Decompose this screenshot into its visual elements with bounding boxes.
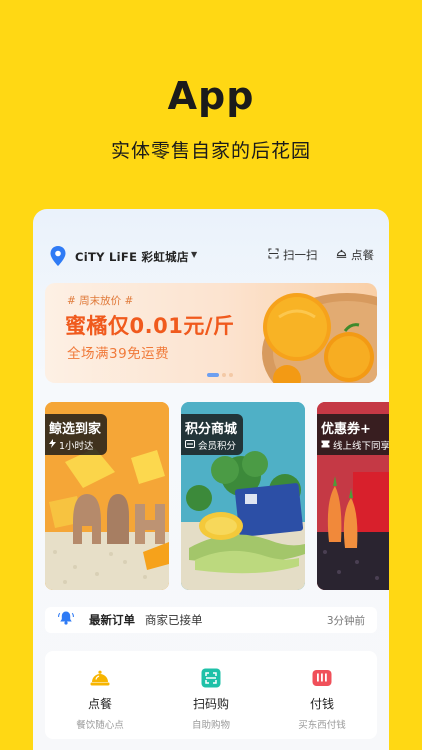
hero-title: App bbox=[167, 74, 255, 118]
scan-button[interactable]: 扫一扫 bbox=[268, 247, 318, 263]
card-title: 积分商城 bbox=[185, 422, 238, 437]
scan-frame-icon bbox=[268, 248, 279, 262]
app-header: CiTY LiFE 彩虹城店 ▼ 扫一扫 点餐 bbox=[33, 245, 389, 269]
quick-actions: 点餐 餐饮随心点 扫码购 自助购物 付钱 买东西付钱 bbox=[45, 651, 377, 739]
action-scan-buy[interactable]: 扫码购 自助购物 bbox=[156, 667, 266, 731]
action-sub: 餐饮随心点 bbox=[76, 720, 124, 731]
carousel-dot-active[interactable] bbox=[207, 373, 219, 377]
promo-banner[interactable]: # 周末放价 # 蜜橘仅0.01元/斤 全场满39免运费 bbox=[45, 283, 377, 383]
card-label: 鲸选到家 1小时达 bbox=[45, 414, 108, 455]
card-title: 优惠券+ bbox=[321, 422, 371, 437]
notice-label: 最新订单 bbox=[89, 613, 135, 627]
card-subtitle-text: 线上线下同享 bbox=[333, 441, 389, 452]
lightning-icon bbox=[49, 439, 56, 451]
card-subtitle-text: 会员积分 bbox=[198, 441, 237, 452]
app-screen: CiTY LiFE 彩虹城店 ▼ 扫一扫 点餐 # 周末放价 # 蜜橘仅0.01… bbox=[33, 209, 389, 750]
scan-label: 扫一扫 bbox=[283, 248, 318, 262]
card-subtitle: 1小时达 bbox=[49, 438, 101, 452]
notice-time: 3分钟前 bbox=[326, 614, 365, 627]
action-sub: 买东西付钱 bbox=[298, 720, 346, 731]
notice-message: 商家已接单 bbox=[145, 613, 203, 627]
pay-icon bbox=[267, 667, 377, 689]
action-label: 点餐 bbox=[87, 697, 112, 711]
oranges-image bbox=[262, 293, 377, 383]
hero-subtitle: 实体零售自家的后花园 bbox=[110, 140, 311, 162]
card-subtitle: 会员积分 bbox=[185, 438, 237, 452]
banner-subtitle: 全场满39免运费 bbox=[67, 346, 170, 362]
store-selector[interactable]: CiTY LiFE 彩虹城店 bbox=[75, 249, 189, 265]
dish-cover-icon bbox=[336, 248, 347, 262]
card-points-mall[interactable]: 积分商城 会员积分 bbox=[181, 402, 305, 590]
card-title: 鲸选到家 bbox=[49, 422, 102, 437]
action-label: 扫码购 bbox=[192, 697, 229, 711]
banner-title: 蜜橘仅0.01元/斤 bbox=[65, 314, 235, 338]
points-icon bbox=[185, 439, 195, 451]
action-dining[interactable]: 点餐 餐饮随心点 bbox=[45, 667, 155, 731]
order-button[interactable]: 点餐 bbox=[336, 247, 374, 263]
card-coupons[interactable]: 优惠券+ 线上线下同享 bbox=[317, 402, 389, 590]
carousel-dot[interactable] bbox=[229, 373, 233, 377]
action-label: 付钱 bbox=[309, 697, 334, 711]
bell-icon bbox=[57, 610, 75, 630]
card-delivery[interactable]: 鲸选到家 1小时达 bbox=[45, 402, 169, 590]
ticket-icon bbox=[321, 440, 330, 451]
chevron-down-icon[interactable]: ▼ bbox=[191, 250, 197, 259]
action-pay[interactable]: 付钱 买东西付钱 bbox=[267, 667, 377, 731]
action-sub: 自助购物 bbox=[191, 720, 230, 731]
scan-icon bbox=[156, 667, 266, 689]
latest-order-notice[interactable]: 最新订单 商家已接单 3分钟前 bbox=[45, 607, 377, 633]
card-label: 优惠券+ 线上线下同享 bbox=[317, 414, 389, 455]
card-subtitle-text: 1小时达 bbox=[59, 441, 94, 452]
card-subtitle: 线上线下同享 bbox=[321, 438, 389, 452]
location-pin-icon[interactable] bbox=[49, 245, 67, 271]
carousel-indicator bbox=[207, 373, 233, 377]
dining-bell-icon bbox=[45, 667, 155, 689]
carousel-dot[interactable] bbox=[222, 373, 226, 377]
order-label: 点餐 bbox=[351, 248, 374, 262]
banner-tag: # 周末放价 # bbox=[67, 295, 134, 307]
card-label: 积分商城 会员积分 bbox=[181, 414, 244, 455]
